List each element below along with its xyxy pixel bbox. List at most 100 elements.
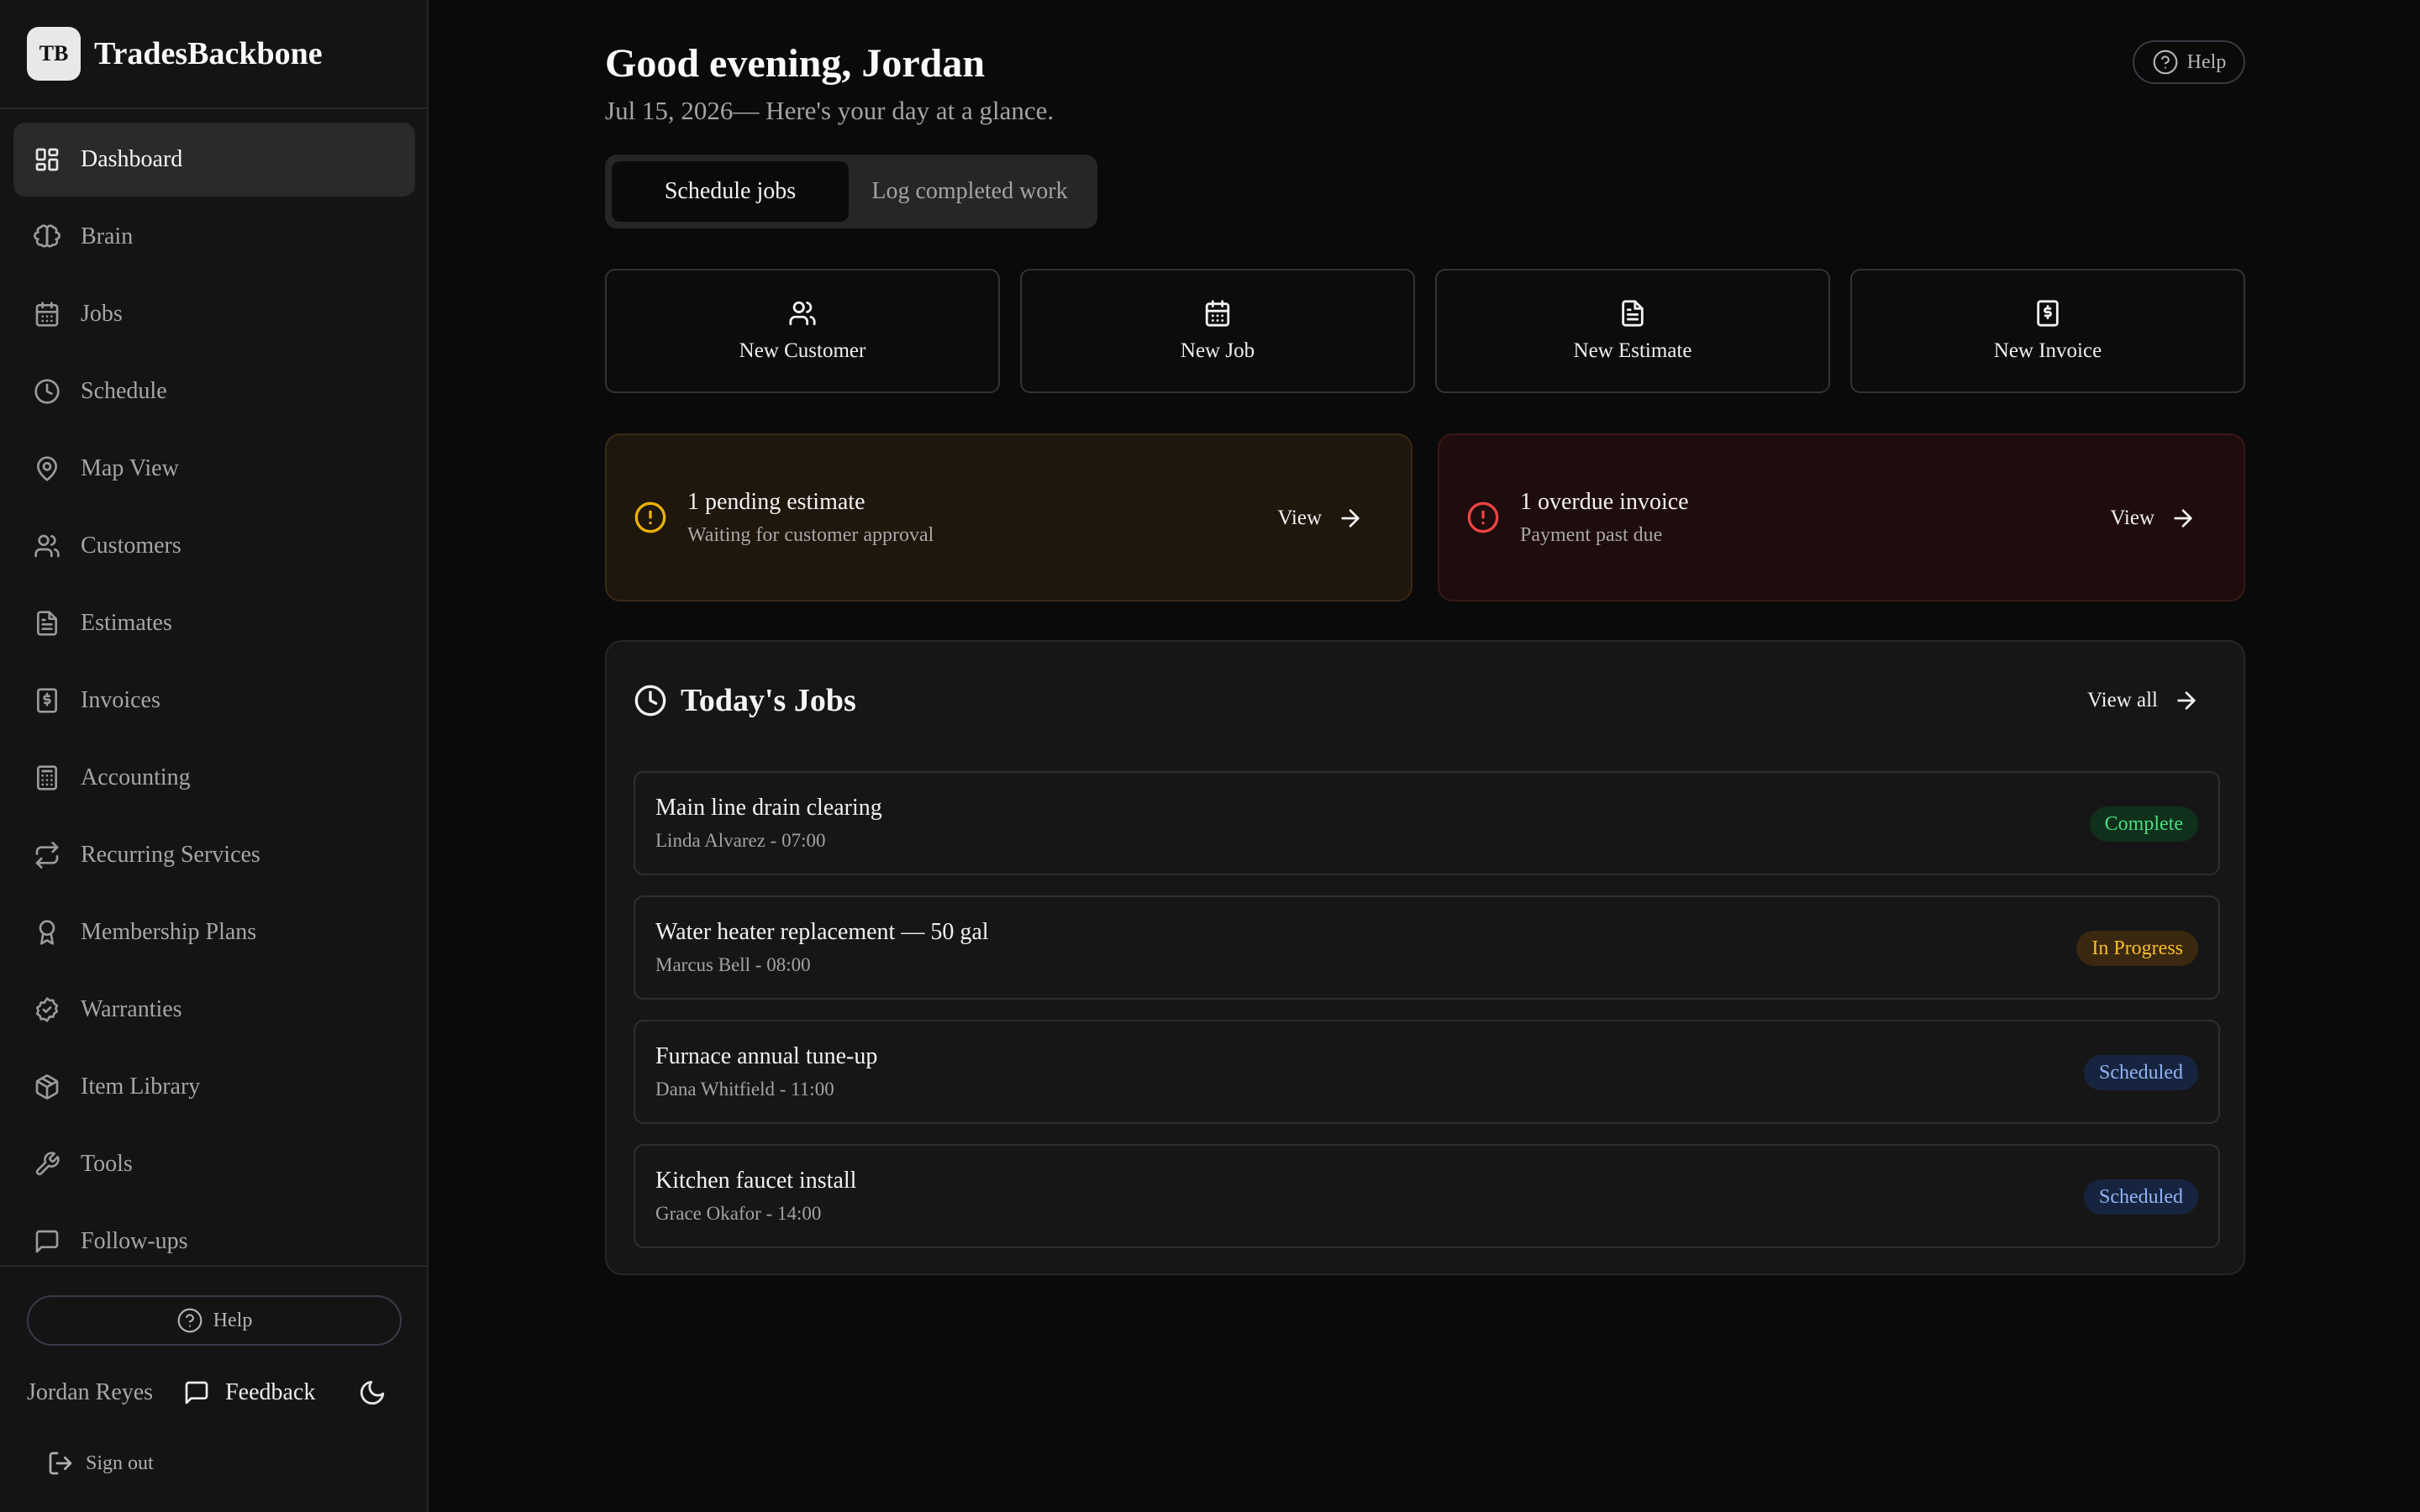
user-name: Jordan Reyes: [27, 1379, 154, 1405]
new-estimate-label: New Estimate: [1573, 339, 1692, 362]
brain-icon: [34, 223, 60, 250]
sidebar-item-label: Accounting: [81, 764, 191, 790]
sidebar-item-label: Dashboard: [81, 146, 183, 172]
sidebar-item-dashboard[interactable]: Dashboard: [13, 123, 415, 197]
sidebar-item-label: Estimates: [81, 610, 172, 636]
arrow-right-icon: [1337, 505, 1364, 532]
sidebar-item-follow-ups[interactable]: Follow-ups: [13, 1205, 415, 1263]
job-meta: Linda Alvarez - 07:00: [655, 830, 826, 851]
page-subtitle: Jul 15, 2026— Here's your day at a glanc…: [605, 96, 1055, 125]
quick-actions: New Customer New Job New Estimate New In…: [605, 269, 2245, 393]
alert-text: 1 overdue invoice Payment past due: [1520, 489, 1689, 547]
new-customer-label: New Customer: [739, 339, 866, 362]
tab-log-completed-work[interactable]: Log completed work: [849, 161, 1091, 222]
alert-title: 1 overdue invoice: [1520, 488, 1689, 515]
sign-out-button[interactable]: Sign out: [47, 1445, 154, 1482]
log-out-icon: [47, 1450, 74, 1477]
job-meta: Marcus Bell - 08:00: [655, 954, 811, 975]
view-estimate-button[interactable]: View: [1277, 497, 1364, 539]
message-icon: [183, 1379, 210, 1406]
sidebar-item-schedule[interactable]: Schedule: [13, 354, 415, 428]
moon-icon[interactable]: [358, 1378, 387, 1407]
sidebar-item-membership-plans[interactable]: Membership Plans: [13, 895, 415, 969]
new-job-button[interactable]: New Job: [1020, 269, 1415, 393]
new-invoice-label: New Invoice: [1993, 339, 2102, 362]
view-label: View: [1277, 507, 1322, 529]
sidebar-item-brain[interactable]: Brain: [13, 200, 415, 274]
alert-subtitle: Payment past due: [1520, 523, 1663, 546]
sidebar-item-recurring-services[interactable]: Recurring Services: [13, 818, 415, 892]
sidebar-help-label: Help: [213, 1309, 253, 1331]
sidebar-item-map-view[interactable]: Map View: [13, 432, 415, 506]
sidebar-item-label: Tools: [81, 1151, 133, 1177]
job-meta: Grace Okafor - 14:00: [655, 1203, 822, 1224]
brand[interactable]: TB TradesBackbone: [0, 0, 427, 109]
feedback-button[interactable]: Feedback: [183, 1379, 315, 1406]
dashboard-icon: [34, 146, 60, 173]
alert-subtitle: Waiting for customer approval: [687, 523, 934, 546]
repeat-icon: [34, 842, 60, 869]
status-badge: Scheduled: [2084, 1055, 2198, 1090]
sidebar-item-label: Item Library: [81, 1074, 201, 1100]
sign-out-label: Sign out: [86, 1452, 154, 1474]
brand-logo: TB: [27, 27, 81, 81]
alert-text: 1 pending estimate Waiting for customer …: [687, 489, 934, 547]
view-invoice-button[interactable]: View: [2110, 497, 2196, 539]
calculator-icon: [34, 764, 60, 791]
pending-estimate-alert: 1 pending estimate Waiting for customer …: [605, 433, 1413, 601]
status-badge: Complete: [2089, 806, 2198, 842]
job-title: Kitchen faucet install: [655, 1168, 857, 1194]
arrow-right-icon: [2170, 505, 2196, 532]
receipt-icon: [2033, 299, 2062, 328]
new-estimate-button[interactable]: New Estimate: [1435, 269, 1830, 393]
job-row[interactable]: Furnace annual tune-up Dana Whitfield - …: [634, 1020, 2220, 1124]
alerts: 1 pending estimate Waiting for customer …: [605, 433, 2245, 601]
todays-jobs-title: Today's Jobs: [681, 683, 856, 718]
message-icon: [34, 1228, 60, 1255]
status-badge: Scheduled: [2084, 1179, 2198, 1215]
new-customer-button[interactable]: New Customer: [605, 269, 1000, 393]
map-pin-icon: [34, 455, 60, 482]
sidebar-item-item-library[interactable]: Item Library: [13, 1050, 415, 1124]
sidebar-item-label: Membership Plans: [81, 919, 257, 945]
sidebar-item-label: Map View: [81, 455, 179, 481]
job-list: Main line drain clearing Linda Alvarez -…: [634, 771, 2220, 1268]
view-label: View: [2110, 507, 2154, 529]
clock-icon: [34, 378, 60, 405]
file-text-icon: [34, 610, 60, 637]
job-row[interactable]: Kitchen faucet install Grace Okafor - 14…: [634, 1144, 2220, 1248]
sidebar-item-tools[interactable]: Tools: [13, 1127, 415, 1201]
arrow-right-icon: [2173, 687, 2200, 714]
sidebar-item-warranties[interactable]: Warranties: [13, 973, 415, 1047]
receipt-icon: [34, 687, 60, 714]
help-circle-icon: [2152, 49, 2179, 76]
badge-check-icon: [34, 996, 60, 1023]
sidebar-item-label: Jobs: [81, 301, 123, 327]
alert-circle-icon: [634, 501, 667, 534]
sidebar-item-label: Warranties: [81, 996, 182, 1022]
users-icon: [34, 533, 60, 559]
page-title: Good evening, Jordan: [605, 41, 986, 86]
job-meta: Dana Whitfield - 11:00: [655, 1079, 834, 1100]
sidebar-footer: Help Jordan Reyes Feedback Sign out: [0, 1265, 427, 1512]
view-all-jobs-button[interactable]: View all: [2087, 682, 2200, 719]
job-title: Main line drain clearing: [655, 795, 882, 821]
sidebar-item-estimates[interactable]: Estimates: [13, 586, 415, 660]
new-job-label: New Job: [1180, 339, 1255, 362]
new-invoice-button[interactable]: New Invoice: [1850, 269, 2245, 393]
job-row[interactable]: Water heater replacement — 50 gal Marcus…: [634, 895, 2220, 1000]
brand-name: TradesBackbone: [94, 36, 323, 71]
tab-schedule-jobs[interactable]: Schedule jobs: [612, 161, 849, 222]
sidebar-item-customers[interactable]: Customers: [13, 509, 415, 583]
job-row[interactable]: Main line drain clearing Linda Alvarez -…: [634, 771, 2220, 875]
sidebar-item-invoices[interactable]: Invoices: [13, 664, 415, 738]
status-badge: In Progress: [2076, 931, 2198, 966]
sidebar-item-accounting[interactable]: Accounting: [13, 741, 415, 815]
todays-jobs-panel: Today's Jobs View all Main line drain cl…: [605, 640, 2245, 1275]
sidebar-item-label: Invoices: [81, 687, 160, 713]
header-help-button[interactable]: Help: [2133, 40, 2245, 84]
clock-icon: [634, 684, 667, 717]
sidebar-item-jobs[interactable]: Jobs: [13, 277, 415, 351]
view-all-label: View all: [2087, 689, 2158, 711]
sidebar-help-button[interactable]: Help: [27, 1295, 402, 1346]
